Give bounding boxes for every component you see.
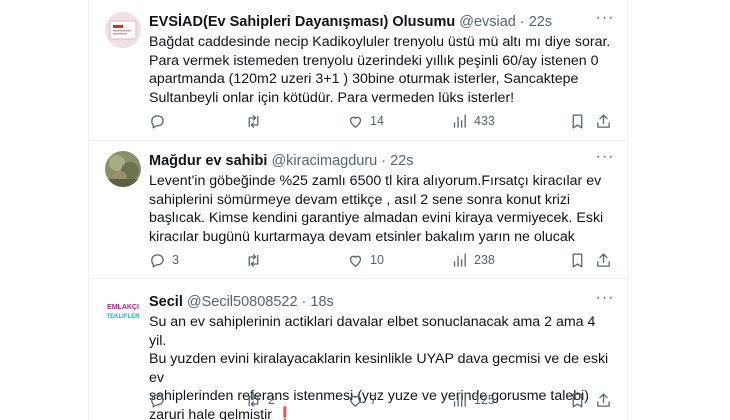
avatar[interactable]: EMLAKÇI TEKLİFLER [105, 293, 141, 329]
views-button[interactable]: 238 [451, 252, 495, 269]
tweet-header: Mağdur ev sahibi @kiracimagduru · 22s [149, 151, 615, 170]
bookmark-icon [572, 113, 583, 129]
tweet-text: Bağdat caddesinde necip Kadikoyluler tre… [149, 34, 611, 106]
like-count: 7 [370, 393, 377, 407]
share-button[interactable] [595, 252, 612, 269]
tweet-header: Secil @Secil50808522 · 18s [149, 292, 615, 311]
timestamp[interactable]: 22s [390, 153, 413, 169]
svg-text:TEKLİFLER: TEKLİFLER [107, 313, 141, 320]
share-button[interactable] [595, 113, 612, 130]
bookmark-icon [572, 392, 583, 408]
timestamp[interactable]: 18s [310, 294, 333, 310]
reply-count: 3 [172, 253, 179, 267]
tweet-feed: EVSİAD(Ev Sahipleri Dayanışması) Olusumu… [88, 0, 629, 420]
views-icon [453, 252, 466, 267]
reply-button[interactable]: 3 [149, 252, 179, 269]
like-icon [349, 255, 362, 267]
bookmark-button[interactable] [569, 252, 586, 269]
views-count: 125 [474, 393, 495, 407]
user-handle[interactable]: @Secil50808522 [187, 294, 298, 310]
retweet-icon [248, 114, 259, 128]
like-button[interactable]: 7 [347, 392, 377, 409]
separator-dot: · [519, 13, 525, 30]
like-button[interactable]: 14 [347, 113, 384, 130]
views-count: 238 [474, 253, 495, 267]
reply-icon [151, 393, 164, 408]
retweet-button[interactable] [245, 113, 268, 130]
views-count: 433 [474, 114, 495, 128]
display-name[interactable]: Mağdur ev sahibi [149, 153, 267, 169]
tweet-header: EVSİAD(Ev Sahipleri Dayanışması) Olusumu… [149, 12, 615, 31]
more-icon[interactable]: ··· [595, 149, 615, 170]
display-name[interactable]: Secil [149, 294, 183, 310]
tweet-3[interactable]: EMLAKÇI TEKLİFLER Secil @Secil50808522 ·… [89, 279, 629, 420]
user-handle[interactable]: @kiracimagduru [271, 153, 377, 169]
share-button[interactable] [595, 392, 612, 409]
avatar[interactable] [105, 151, 141, 187]
tweet-2[interactable]: Mağdur ev sahibi @kiracimagduru · 22s ··… [89, 141, 629, 279]
reply-button[interactable] [149, 113, 172, 130]
retweet-button[interactable]: 2 [245, 392, 275, 409]
reply-icon [151, 114, 164, 129]
share-icon [597, 392, 610, 407]
views-icon [453, 392, 466, 407]
tweet-text: Levent'in göbeğinde %25 zamlı 6500 tl ki… [149, 173, 604, 245]
separator-dot: · [301, 293, 307, 310]
reply-button[interactable] [149, 392, 172, 409]
reply-icon [151, 253, 164, 268]
views-button[interactable]: 433 [451, 113, 495, 130]
user-handle[interactable]: @evsiad [459, 14, 516, 30]
retweet-icon [248, 393, 259, 407]
svg-text:EMLAKÇI: EMLAKÇI [107, 304, 139, 311]
like-icon [349, 116, 362, 128]
like-icon [349, 395, 362, 407]
avatar-photo-image [105, 151, 141, 187]
bookmark-button[interactable] [569, 392, 586, 409]
tweet-actions: 14 433 [149, 111, 615, 131]
separator-dot: · [381, 152, 387, 169]
tweet-actions: 3 10 238 [149, 250, 615, 270]
tweet-1[interactable]: EVSİAD(Ev Sahipleri Dayanışması) Olusumu… [89, 0, 629, 141]
avatar-logo-image [105, 12, 141, 48]
like-count: 10 [370, 253, 384, 267]
retweet-count: 2 [268, 393, 275, 407]
retweet-button[interactable] [245, 252, 268, 269]
like-button[interactable]: 10 [347, 252, 384, 269]
more-icon[interactable]: ··· [595, 290, 615, 311]
display-name[interactable]: EVSİAD(Ev Sahipleri Dayanışması) Olusumu [149, 14, 455, 30]
views-button[interactable]: 125 [451, 392, 495, 409]
bookmark-icon [572, 252, 583, 268]
timestamp[interactable]: 22s [529, 14, 552, 30]
views-icon [453, 113, 466, 128]
tweet-actions: 2 7 125 [149, 390, 615, 410]
bookmark-button[interactable] [569, 113, 586, 130]
avatar[interactable] [105, 12, 141, 48]
more-icon[interactable]: ··· [595, 10, 615, 31]
retweet-icon [248, 253, 259, 267]
avatar-logo-image: EMLAKÇI TEKLİFLER [105, 293, 141, 329]
share-icon [597, 113, 610, 128]
like-count: 14 [370, 114, 384, 128]
share-icon [597, 252, 610, 267]
